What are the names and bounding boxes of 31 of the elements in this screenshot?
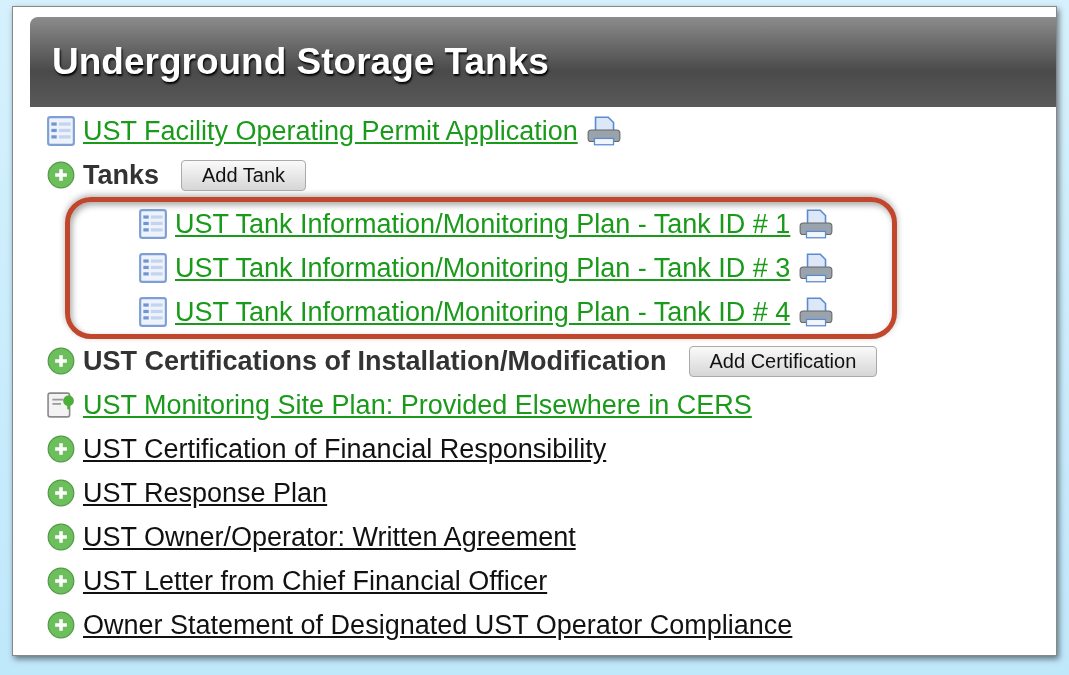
expand-icon[interactable] [47,523,75,551]
add-button[interactable]: Add Certification [688,345,878,377]
document-link[interactable]: UST Letter from Chief Financial Officer [83,565,548,597]
document-link[interactable]: Owner Statement of Designated UST Operator Compliance [83,609,793,641]
expand-icon[interactable] [47,479,75,507]
document-link[interactable]: UST Certification of Financial Responsibility [83,433,607,465]
expand-icon[interactable] [47,347,75,375]
section-heading: UST Certifications of Installation/Modification [83,345,667,377]
expand-icon[interactable] [47,161,75,189]
form-icon [139,209,167,239]
form-link[interactable]: UST Tank Information/Monitoring Plan - Tank ID # 4 [175,296,791,328]
form-icon [139,253,167,283]
print-icon[interactable] [798,252,835,284]
document-link[interactable]: UST Response Plan [83,477,328,509]
expand-icon[interactable] [47,435,75,463]
expand-icon[interactable] [47,611,75,639]
form-link[interactable]: UST Facility Operating Permit Application [83,115,578,147]
document-icon [47,390,75,420]
form-link[interactable]: UST Tank Information/Monitoring Plan - Tank ID # 3 [175,252,791,284]
expand-icon[interactable] [47,567,75,595]
document-link[interactable]: UST Owner/Operator: Written Agreement [83,521,576,553]
form-icon [139,297,167,327]
form-icon [47,116,75,146]
section-heading: Tanks [83,159,160,191]
document-link[interactable]: UST Monitoring Site Plan: Provided Elsewhere in CERS [83,389,752,421]
add-button[interactable]: Add Tank [181,159,307,191]
print-icon[interactable] [585,115,622,147]
panel-title: Underground Storage Tanks [52,41,549,83]
print-icon[interactable] [798,208,835,240]
form-link[interactable]: UST Tank Information/Monitoring Plan - Tank ID # 1 [175,208,791,240]
print-icon[interactable] [798,296,835,328]
